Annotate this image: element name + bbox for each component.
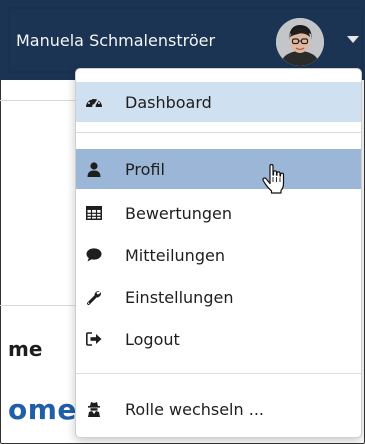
- menu-item-label: Rolle wechseln ...: [125, 399, 264, 419]
- sign-out-icon: [83, 328, 105, 350]
- menu-item-label: Dashboard: [125, 92, 212, 112]
- menu-item-logout[interactable]: Logout: [76, 319, 361, 359]
- user-menu-toggle[interactable]: Manuela Schmalenströer: [8, 7, 363, 73]
- menu-item-mitteilungen[interactable]: Mitteilungen: [76, 235, 361, 275]
- dashboard-gauge-icon: [83, 91, 105, 113]
- comment-bubble-icon: [83, 244, 105, 266]
- table-grid-icon: [83, 202, 105, 224]
- hand-pointer-cursor: [262, 163, 288, 198]
- user-icon: [83, 158, 105, 180]
- menu-item-label: Mitteilungen: [125, 245, 225, 265]
- caret-down-icon: [347, 36, 359, 43]
- menu-item-label: Bewertungen: [125, 203, 233, 223]
- page-divider: [0, 305, 75, 306]
- user-secret-icon: [83, 398, 105, 420]
- user-dropdown-menu: Dashboard Profil Bewertungen Mitteilunge…: [75, 68, 362, 438]
- menu-item-einstellungen[interactable]: Einstellungen: [76, 277, 361, 317]
- user-avatar: [276, 18, 324, 66]
- menu-item-bewertungen[interactable]: Bewertungen: [76, 193, 361, 233]
- menu-item-label: Logout: [125, 329, 180, 349]
- wrench-icon: [83, 286, 105, 308]
- menu-separator: [76, 373, 361, 374]
- page-heading-fragment: me: [8, 337, 43, 361]
- menu-item-dashboard[interactable]: Dashboard: [76, 82, 361, 122]
- menu-item-label: Profil: [125, 159, 165, 179]
- page-divider: [0, 100, 75, 101]
- page-title-fragment: ome: [8, 393, 77, 426]
- menu-item-label: Einstellungen: [125, 287, 234, 307]
- menu-item-profil[interactable]: Profil: [76, 149, 361, 189]
- menu-item-rolle-wechseln[interactable]: Rolle wechseln ...: [76, 389, 361, 429]
- user-name: Manuela Schmalenströer: [16, 30, 216, 50]
- menu-separator: [76, 132, 361, 133]
